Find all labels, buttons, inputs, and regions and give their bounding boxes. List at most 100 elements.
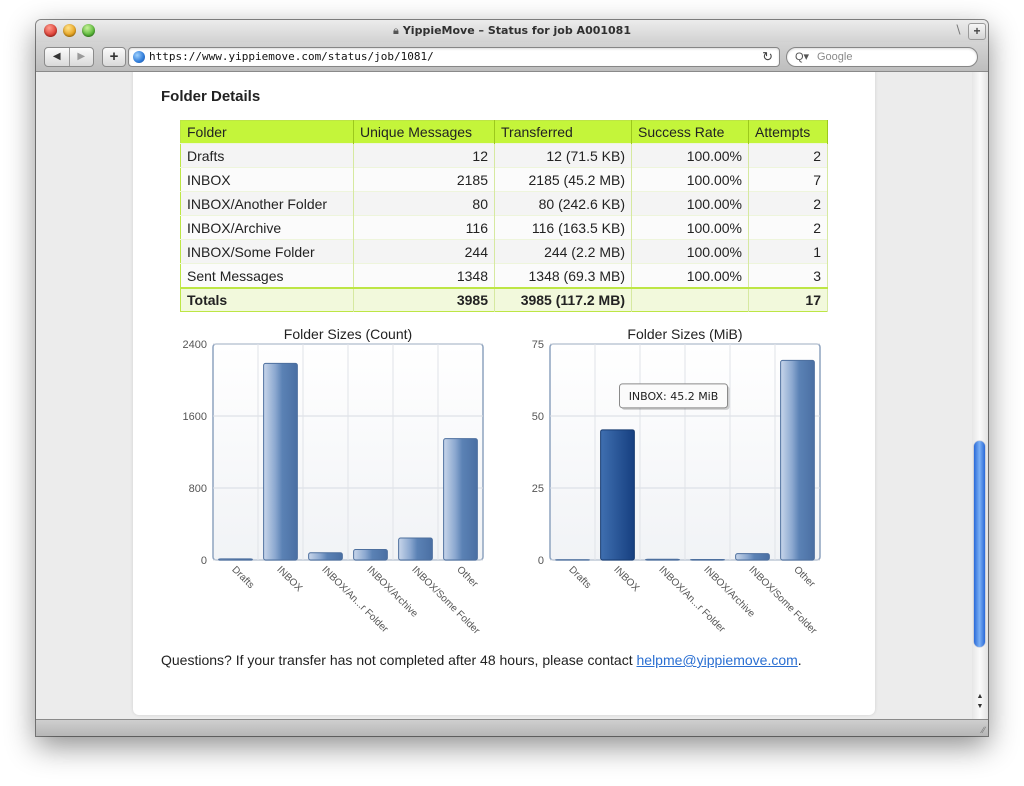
table-header-row: Folder Unique Messages Transferred Succe… <box>180 120 828 144</box>
attempts-cell: 2 <box>748 215 828 240</box>
totals-unique: 3985 <box>353 287 495 312</box>
transferred-cell: 1348 (69.3 MB) <box>494 263 632 288</box>
browser-window: 🔒︎ YippieMove – Status for job A001081 ∖ … <box>36 20 988 736</box>
bar <box>218 558 253 561</box>
folder-cell: INBOX/Archive <box>180 215 354 240</box>
totals-transferred: 3985 (117.2 MB) <box>494 287 632 312</box>
totals-attempts: 17 <box>748 287 828 312</box>
table-row: Sent Messages 1348 1348 (69.3 MB) 100.00… <box>180 263 828 288</box>
column-header: Unique Messages <box>353 120 495 144</box>
tooltip-text: INBOX: 45.2 MiB <box>629 390 719 403</box>
transferred-cell: 2185 (45.2 MB) <box>494 167 632 192</box>
success-rate-cell: 100.00% <box>631 239 749 264</box>
bar <box>263 362 298 561</box>
folder-count-chart: Folder Sizes (Count) 0 800 1600 2400 Drafts IN… <box>183 326 484 637</box>
folder-cell: INBOX/Some Folder <box>180 239 354 264</box>
unique-cell: 244 <box>353 239 495 264</box>
scroll-down-arrow[interactable]: ▼ <box>974 702 986 711</box>
totals-success-rate <box>631 287 749 312</box>
y-tick-label: 75 <box>532 339 544 351</box>
reload-icon[interactable]: ↻ <box>762 48 773 66</box>
attempts-cell: 2 <box>748 143 828 168</box>
table-row: INBOX/Some Folder 244 244 (2.2 MB) 100.0… <box>180 239 828 264</box>
bar <box>398 537 433 561</box>
chart-title: Folder Sizes (Count) <box>284 326 412 342</box>
bar <box>780 359 815 561</box>
x-tick-label: Drafts <box>566 564 593 591</box>
attempts-cell: 2 <box>748 191 828 216</box>
section-title: Folder Details <box>161 88 261 105</box>
resize-toolbar-icon[interactable]: ∖ <box>950 23 966 38</box>
attempts-cell: 3 <box>748 263 828 288</box>
new-tab-button[interactable]: + <box>968 23 986 40</box>
table-row: INBOX/Another Folder 80 80 (242.6 KB) 10… <box>180 191 828 216</box>
success-rate-cell: 100.00% <box>631 191 749 216</box>
unique-cell: 1348 <box>353 263 495 288</box>
x-tick-label: Drafts <box>229 564 256 591</box>
support-email-link[interactable]: helpme@yippiemove.com <box>637 652 798 668</box>
success-rate-cell: 100.00% <box>631 143 749 168</box>
y-tick-label: 50 <box>532 411 544 423</box>
success-rate-cell: 100.00% <box>631 215 749 240</box>
chart-title: Folder Sizes (MiB) <box>627 326 742 342</box>
window-title: 🔒︎ YippieMove – Status for job A001081 <box>36 24 988 38</box>
scrollbar-thumb[interactable] <box>974 441 985 647</box>
column-header: Attempts <box>748 120 828 144</box>
globe-icon <box>133 51 145 63</box>
folder-cell: Sent Messages <box>180 263 354 288</box>
transferred-cell: 244 (2.2 MB) <box>494 239 632 264</box>
y-tick-label: 0 <box>201 555 207 567</box>
resize-grip-icon[interactable]: ∕∕ <box>982 725 985 735</box>
unique-cell: 12 <box>353 143 495 168</box>
totals-label: Totals <box>180 287 354 312</box>
url-text: https://www.yippiemove.com/status/job/10… <box>149 50 434 63</box>
success-rate-cell: 100.00% <box>631 167 749 192</box>
search-field[interactable]: Q▾ Google <box>786 47 978 67</box>
transferred-cell: 80 (242.6 KB) <box>494 191 632 216</box>
bar <box>645 558 680 561</box>
attempts-cell: 1 <box>748 239 828 264</box>
questions-message: Questions? If your transfer has not comp… <box>161 652 637 668</box>
search-placeholder: Google <box>817 51 853 63</box>
y-tick-label: 0 <box>538 555 544 567</box>
questions-text: Questions? If your transfer has not comp… <box>161 652 802 668</box>
folder-size-chart: Folder Sizes (MiB) 0 25 50 75 Drafts INBOX INBO… <box>532 326 821 637</box>
transferred-cell: 12 (71.5 KB) <box>494 143 632 168</box>
folder-details-table: Folder Unique Messages Transferred Succe… <box>180 120 828 312</box>
x-tick-label: INBOX <box>274 564 304 594</box>
web-viewport: Folder Details Folder Unique Messages Tr… <box>36 72 972 719</box>
table-row: INBOX/Archive 116 116 (163.5 KB) 100.00%… <box>180 215 828 240</box>
forward-button[interactable]: ▶ <box>68 48 94 66</box>
column-header: Transferred <box>494 120 632 144</box>
back-button[interactable]: ◀ <box>45 48 69 66</box>
lock-icon: 🔒︎ <box>392 24 399 37</box>
transferred-cell: 116 (163.5 KB) <box>494 215 632 240</box>
address-bar[interactable]: https://www.yippiemove.com/status/job/10… <box>128 47 780 67</box>
y-tick-label: 25 <box>532 483 544 495</box>
y-tick-label: 2400 <box>183 339 207 351</box>
search-icon: Q▾ <box>795 51 810 63</box>
column-header: Folder <box>180 120 354 144</box>
page-content: Folder Details Folder Unique Messages Tr… <box>133 72 875 715</box>
unique-cell: 80 <box>353 191 495 216</box>
questions-suffix: . <box>797 652 802 668</box>
x-tick-label: Other <box>791 564 817 590</box>
unique-cell: 2185 <box>353 167 495 192</box>
add-bookmark-button[interactable]: + <box>102 47 126 67</box>
folder-cell: INBOX/Another Folder <box>180 191 354 216</box>
unique-cell: 116 <box>353 215 495 240</box>
status-bar: ∕∕ <box>36 719 988 736</box>
bar <box>308 552 343 561</box>
y-tick-label: 1600 <box>183 411 207 423</box>
folder-cell: Drafts <box>180 143 354 168</box>
browser-toolbar: ◀ ▶ + https://www.yippiemove.com/status/… <box>36 42 988 72</box>
column-header: Success Rate <box>631 120 749 144</box>
bar <box>735 553 770 561</box>
attempts-cell: 7 <box>748 167 828 192</box>
scroll-up-arrow[interactable]: ▲ <box>974 692 986 701</box>
success-rate-cell: 100.00% <box>631 263 749 288</box>
x-tick-label: INBOX <box>611 564 641 594</box>
vertical-scrollbar[interactable]: ▲ ▼ <box>972 72 988 719</box>
y-tick-label: 800 <box>189 483 207 495</box>
bar <box>600 429 635 561</box>
